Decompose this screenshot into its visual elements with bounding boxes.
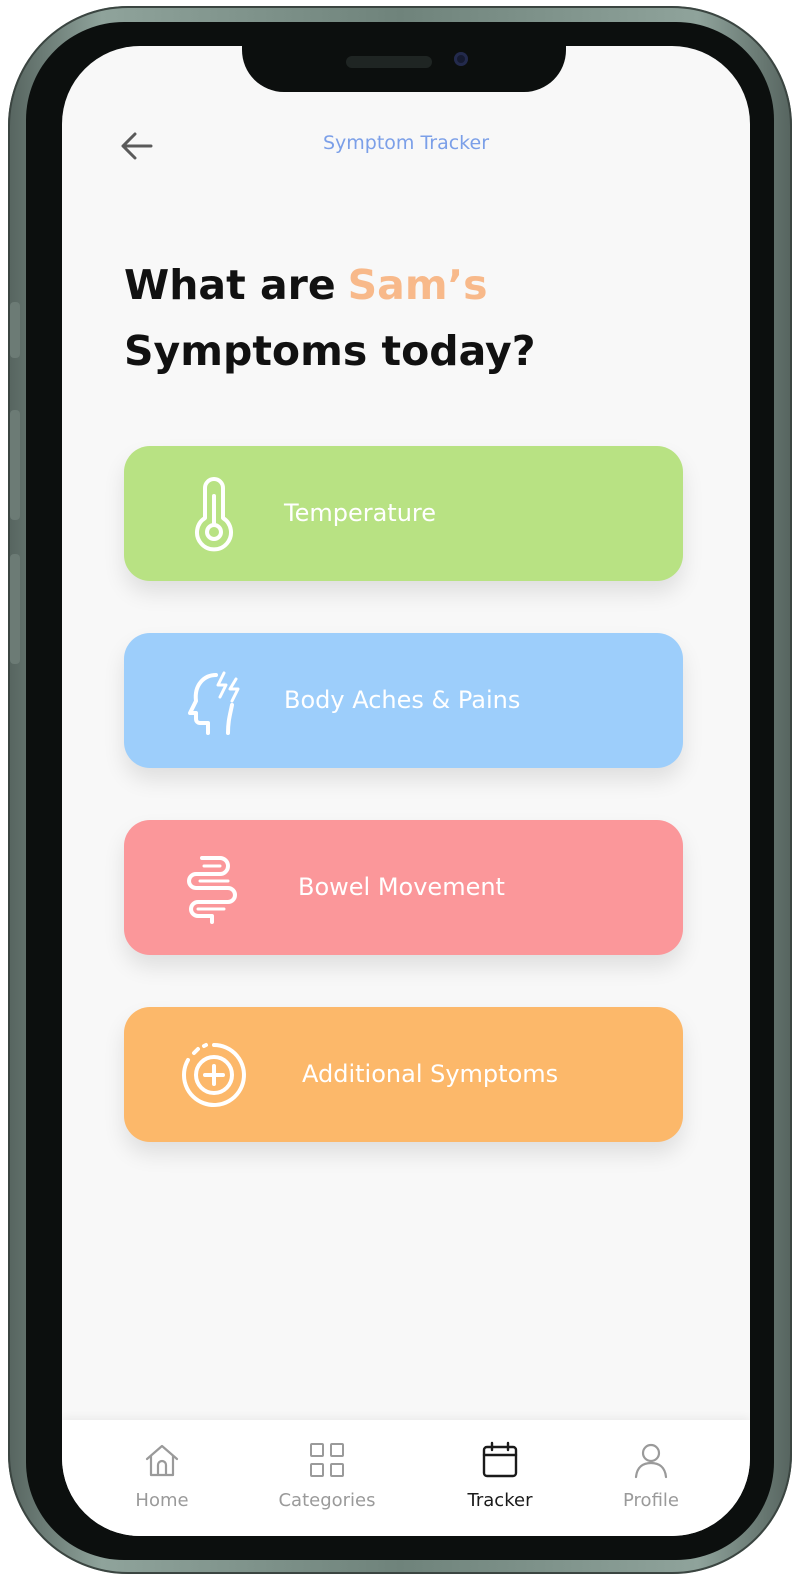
patient-name: Sam’s [347,261,488,309]
volume-up-button [10,410,20,520]
tab-categories-label: Categories [278,1490,376,1511]
intestine-icon [187,856,237,924]
home-icon [145,1444,179,1477]
tab-home[interactable]: Home [92,1434,232,1524]
head-pain-icon [188,671,240,735]
thermometer-icon [195,477,233,552]
bottom-tab-bar: Home Categories Tracker Profile [62,1420,750,1536]
tab-categories[interactable]: Categories [257,1434,397,1524]
front-camera [454,52,468,66]
page-title: Symptom Tracker [322,132,490,154]
headline-line-1: What are Sam’s [124,252,684,318]
speaker-grille [346,56,432,68]
body-aches-label: Body Aches & Pains [284,686,521,714]
temperature-card[interactable]: Temperature [124,446,683,581]
user-icon [634,1443,668,1479]
headline-text: What are [124,261,336,309]
volume-down-button [10,554,20,664]
grid-icon [310,1443,344,1477]
tab-tracker[interactable]: Tracker [430,1434,570,1524]
app-screen: Symptom Tracker What are Sam’s Symptoms t… [62,46,750,1536]
tab-profile-label: Profile [623,1490,679,1511]
temperature-label: Temperature [284,499,437,527]
silent-switch [10,302,20,358]
header: Symptom Tracker [62,120,750,170]
additional-symptoms-label: Additional Symptoms [302,1060,559,1088]
calendar-icon [482,1441,518,1478]
additional-symptoms-card[interactable]: Additional Symptoms [124,1007,683,1142]
bowel-movement-label: Bowel Movement [298,873,505,901]
tab-tracker-label: Tracker [467,1490,533,1511]
bowel-movement-card[interactable]: Bowel Movement [124,820,683,955]
tab-home-label: Home [135,1490,189,1511]
phone-notch [242,34,566,92]
headline: What are Sam’s Symptoms today? [124,252,684,384]
body-aches-card[interactable]: Body Aches & Pains [124,633,683,768]
headline-line-2: Symptoms today? [124,327,536,375]
add-circle-icon [182,1043,246,1107]
tab-profile[interactable]: Profile [581,1434,721,1524]
